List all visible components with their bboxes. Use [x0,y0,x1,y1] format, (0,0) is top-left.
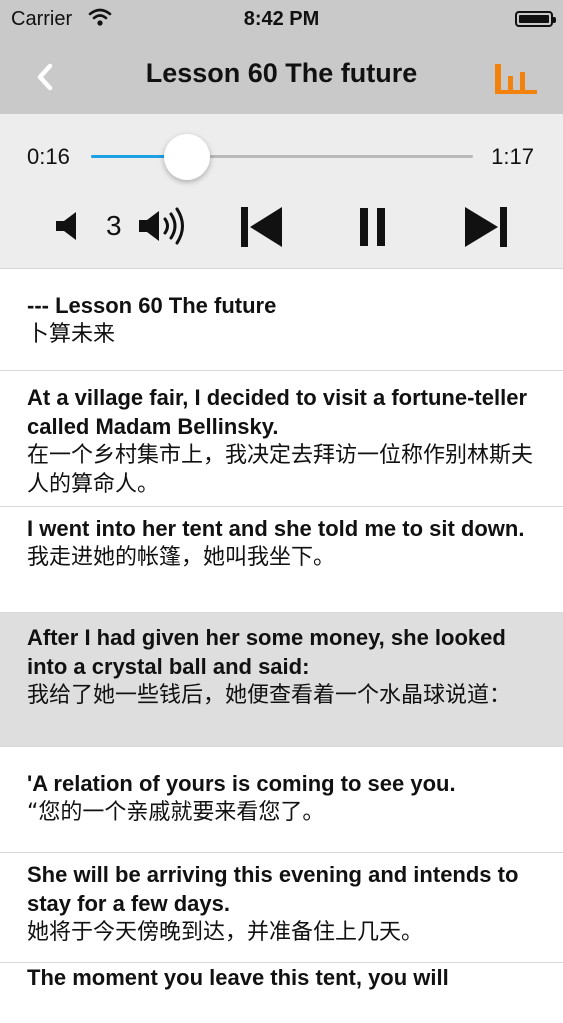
sentence-item[interactable]: At a village fair, I decided to visit a … [0,371,563,507]
sentence-chinese: 她将于今天傍晚到达，并准备住上几天。 [27,920,424,945]
skip-previous-icon [241,207,282,247]
sentence-english: After I had given her some money, she lo… [27,625,506,679]
battery-icon [515,11,556,27]
sentence-english: She will be arriving this evening and in… [27,862,519,916]
volume-up-button[interactable] [137,206,193,246]
pause-icon [360,208,385,246]
sentence-english: At a village fair, I decided to visit a … [27,385,528,439]
chevron-left-icon [37,63,53,91]
status-time: 8:42 PM [243,8,320,30]
next-button[interactable] [462,205,510,249]
sentence-chinese: “您的一个亲戚就要来看您了。 [27,800,325,825]
current-time: 0:16 [27,144,70,169]
progress-slider-thumb[interactable] [163,134,210,180]
sentence-chinese: 卜算未来 [27,322,116,347]
sentence-item[interactable]: 'A relation of yours is coming to see yo… [0,747,563,853]
status-bar: Carrier 8:42 PM [0,0,563,40]
sentence-chinese: 我给了她一些钱后，她便查看着一个水晶球说道： [27,683,512,708]
sentence-item[interactable]: --- Lesson 60 The future 卜算未来 [0,269,563,371]
sentence-item[interactable]: The moment you leave this tent, you will [0,963,563,1023]
speaker-loud-icon [139,207,184,245]
sentence-english: I went into her tent and she told me to … [27,516,525,541]
levels-button[interactable] [495,62,537,96]
pause-button[interactable] [355,206,391,248]
sentence-english: 'A relation of yours is coming to see yo… [27,771,456,796]
sentence-english: --- Lesson 60 The future [27,293,277,318]
volume-level: 3 [106,210,122,241]
sentence-english: The moment you leave this tent, you will [27,965,449,990]
page-title: Lesson 60 The future [145,58,418,88]
audio-player: 0:16 1:17 3 [0,114,563,269]
speaker-icon [56,212,76,240]
volume-down-button[interactable] [54,210,84,242]
sentence-chinese: 在一个乡村集市上，我决定去拜访一位称作别林斯夫人的算命人。 [27,443,534,497]
bar-chart-icon [495,64,537,94]
sentence-chinese: 我走进她的帐篷，她叫我坐下。 [27,545,336,570]
previous-button[interactable] [238,205,286,249]
sentence-item[interactable]: She will be arriving this evening and in… [0,853,563,963]
sentence-item-highlighted[interactable]: After I had given her some money, she lo… [0,613,563,747]
navigation-bar: Lesson 60 The future [0,40,563,114]
back-button[interactable] [30,60,70,94]
progress-slider-track[interactable] [91,155,473,158]
sentence-list: --- Lesson 60 The future 卜算未来 At a villa… [0,269,563,1023]
sentence-item[interactable]: I went into her tent and she told me to … [0,507,563,613]
skip-next-icon [465,207,507,247]
duration-time: 1:17 [491,144,534,169]
